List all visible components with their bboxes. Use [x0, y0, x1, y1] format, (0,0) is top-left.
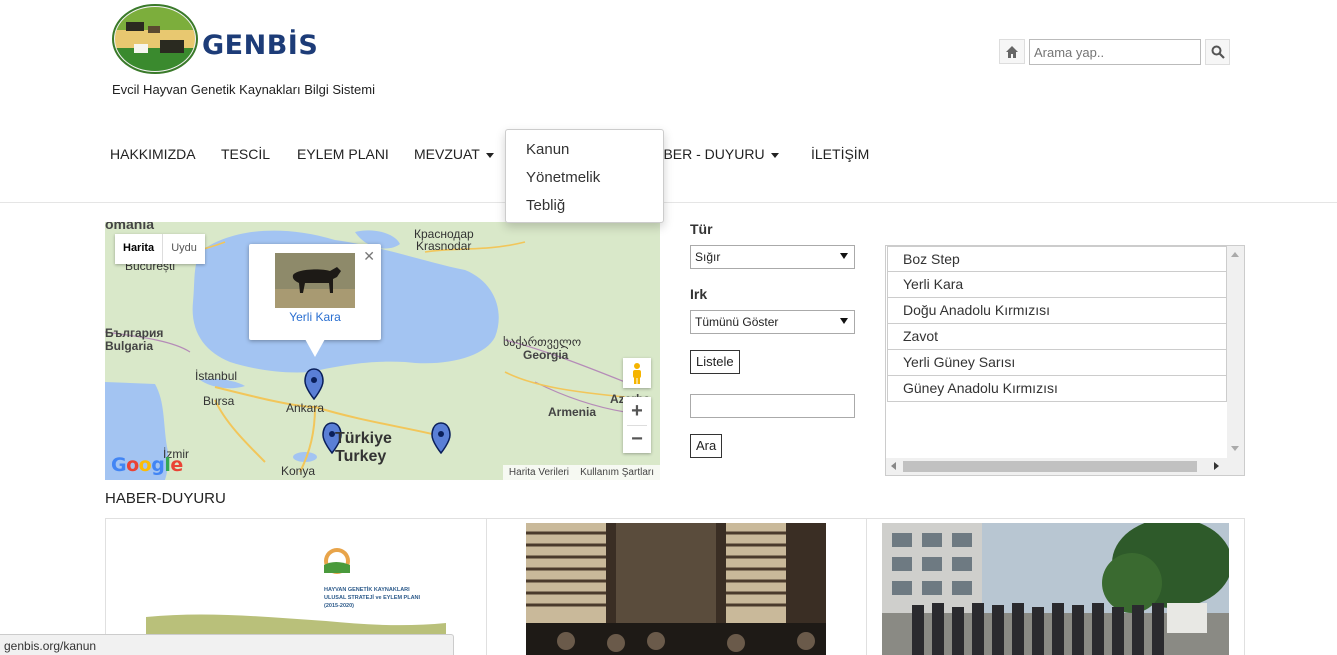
- map-type-harita[interactable]: Harita: [115, 234, 162, 264]
- list-item[interactable]: Yerli Kara: [887, 272, 1227, 298]
- close-icon[interactable]: ✕: [363, 248, 375, 265]
- map-data-link[interactable]: Harita Verileri: [509, 467, 569, 478]
- tur-label: Tür: [690, 221, 713, 237]
- map-label-istanbul: İstanbul: [195, 369, 238, 383]
- poster-line: ULUSAL STRATEJİ ve EYLEM PLANI: [324, 595, 421, 601]
- news-card-group-photo[interactable]: [882, 523, 1229, 655]
- map-label-konya: Konya: [281, 464, 316, 478]
- tagline: Evcil Hayvan Genetik Kaynakları Bilgi Si…: [112, 82, 375, 97]
- map-label-armenia: Armenia: [548, 405, 597, 419]
- scroll-up-icon[interactable]: [1231, 252, 1239, 257]
- map-label-turkey: Turkey: [335, 448, 387, 465]
- dropdown-item-kanun[interactable]: Kanun: [526, 141, 569, 158]
- chevron-down-icon: [840, 318, 848, 324]
- search-input[interactable]: [1029, 39, 1201, 65]
- breed-map[interactable]: omania București България Bulgaria İstan…: [105, 222, 660, 480]
- poster-line: (2015-2020): [324, 603, 354, 609]
- breed-thumbnail: [275, 253, 355, 308]
- list-item[interactable]: Doğu Anadolu Kırmızısı: [887, 298, 1227, 324]
- map-label-bursa: Bursa: [203, 394, 235, 408]
- listele-button[interactable]: Listele: [690, 350, 740, 374]
- popup-tail: [305, 339, 325, 357]
- nav-item-haber-duyuru[interactable]: HABER - DUYURU: [644, 146, 779, 162]
- search-button[interactable]: [1205, 39, 1230, 65]
- pegman-control[interactable]: [623, 358, 651, 388]
- breed-listbox[interactable]: Boz Step Yerli Kara Doğu Anadolu Kırmızı…: [885, 245, 1245, 476]
- list-item[interactable]: Yerli Güney Sarısı: [887, 350, 1227, 376]
- scroll-thumb[interactable]: [903, 461, 1197, 472]
- zoom-out-button[interactable]: −: [623, 425, 651, 453]
- map-label-turkiye: Türkiye: [335, 430, 392, 447]
- irk-label: Irk: [690, 286, 708, 302]
- zoom-in-button[interactable]: +: [623, 397, 651, 425]
- home-button[interactable]: [999, 39, 1025, 64]
- genbis-logo[interactable]: [112, 4, 200, 74]
- map-label-bulgaria-bg: България: [105, 326, 164, 340]
- tur-select[interactable]: Sığır: [690, 245, 855, 269]
- breed-search-input[interactable]: [690, 394, 855, 418]
- map-label-georgia-ka: საქართველო: [503, 335, 582, 349]
- scroll-down-icon[interactable]: [1231, 446, 1239, 451]
- map-type-control: Harita Uydu: [115, 234, 205, 264]
- vertical-scrollbar[interactable]: [1227, 246, 1244, 459]
- map-type-uydu[interactable]: Uydu: [162, 234, 205, 264]
- nav-item-mevzuat[interactable]: MEVZUAT: [414, 146, 494, 162]
- nav-item-eylem-plani[interactable]: EYLEM PLANI: [297, 146, 389, 162]
- nav-item-mevzuat-label: MEVZUAT: [414, 146, 480, 162]
- mevzuat-dropdown: Kanun Yönetmelik Tebliğ: [505, 129, 664, 223]
- map-label-bulgaria: Bulgaria: [105, 339, 154, 353]
- popup-breed-link[interactable]: Yerli Kara: [249, 310, 381, 324]
- ara-button[interactable]: Ara: [690, 434, 723, 458]
- news-card-meeting[interactable]: [526, 523, 826, 655]
- home-icon: [1006, 45, 1018, 58]
- map-label-krasnodar: Krasnodar: [416, 239, 472, 253]
- irk-select[interactable]: Tümünü Göster: [690, 310, 855, 334]
- caret-down-icon: [770, 152, 779, 158]
- news-section-title: HABER-DUYURU: [105, 490, 226, 507]
- list-item[interactable]: Zavot: [887, 324, 1227, 350]
- map-info-popup: Yerli Kara ✕: [249, 244, 381, 340]
- map-marker-east[interactable]: [431, 422, 451, 455]
- map-label-ankara: Ankara: [286, 401, 325, 415]
- tur-select-value: Sığır: [695, 250, 721, 264]
- map-marker-ankara[interactable]: [304, 368, 324, 401]
- scroll-right-icon[interactable]: [1214, 462, 1219, 470]
- chevron-down-icon: [840, 253, 848, 259]
- scroll-left-icon[interactable]: [891, 462, 896, 470]
- pegman-icon: [633, 363, 641, 384]
- poster-text: HAYVAN GENETİK KAYNAKLARI ULUSAL STRATEJ…: [324, 586, 420, 610]
- browser-status-bar: genbis.org/kanun: [0, 634, 454, 655]
- dropdown-item-teblig[interactable]: Tebliğ: [526, 197, 565, 214]
- nav-item-iletisim[interactable]: İLETİŞİM: [811, 146, 869, 162]
- caret-down-icon: [485, 152, 494, 158]
- map-terms: Harita Verileri Kullanım Şartları: [502, 465, 660, 480]
- nav-divider: [0, 202, 1337, 203]
- nav-item-tescil[interactable]: TESCİL: [221, 146, 270, 162]
- map-label-romania: omania: [105, 222, 155, 232]
- irk-select-value: Tümünü Göster: [695, 315, 779, 329]
- zoom-control: + −: [623, 397, 651, 453]
- brand-title: GENBİS: [202, 30, 319, 61]
- horizontal-scrollbar[interactable]: [886, 458, 1244, 475]
- list-item[interactable]: Güney Anadolu Kırmızısı: [887, 376, 1227, 402]
- nav-item-hakkimizda[interactable]: HAKKIMIZDA: [110, 146, 196, 162]
- map-label-georgia: Georgia: [523, 348, 569, 362]
- list-item[interactable]: Boz Step: [887, 246, 1227, 272]
- search-icon: [1211, 45, 1225, 59]
- dropdown-item-yonetmelik[interactable]: Yönetmelik: [526, 169, 600, 186]
- google-logo: Google: [111, 454, 183, 476]
- poster-line: HAYVAN GENETİK KAYNAKLARI: [324, 587, 410, 593]
- terms-of-use-link[interactable]: Kullanım Şartları: [580, 467, 654, 478]
